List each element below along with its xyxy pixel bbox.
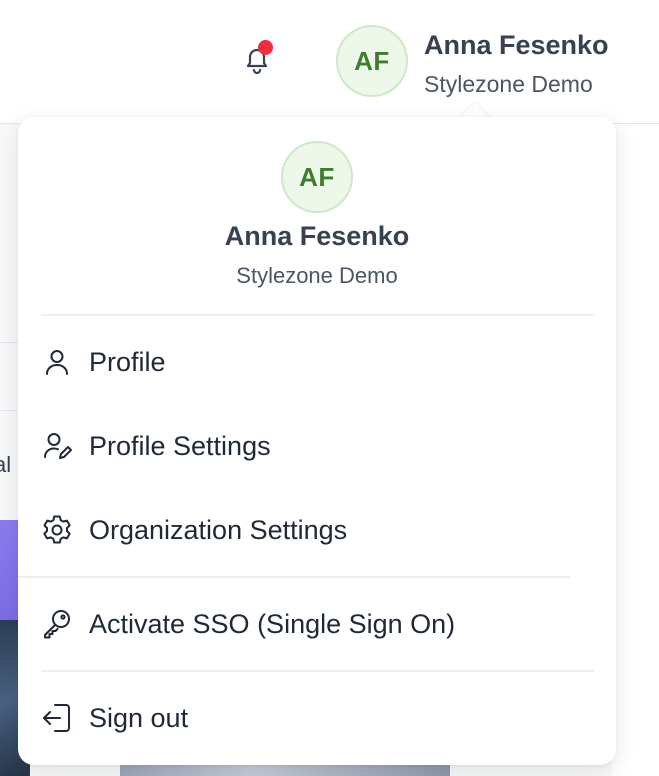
app-screen: al AF Anna Fesenko Stylezone Demo AF Ann…: [0, 0, 659, 776]
menu-item-profile-settings[interactable]: Profile Settings: [18, 411, 616, 481]
key-icon: [40, 607, 74, 641]
top-bar: [0, 0, 659, 124]
header-user-name[interactable]: Anna Fesenko: [424, 30, 609, 61]
gear-icon: [40, 513, 74, 547]
menu-item-label: Profile Settings: [89, 430, 271, 461]
menu-item-label: Sign out: [89, 702, 189, 733]
user-avatar-button[interactable]: AF: [336, 25, 408, 97]
sign-out-icon: [40, 701, 74, 735]
header-organization[interactable]: Stylezone Demo: [424, 71, 593, 98]
menu-item-label: Activate SSO (Single Sign On): [89, 608, 456, 639]
divider: [41, 314, 594, 316]
menu-item-profile[interactable]: Profile: [18, 327, 616, 397]
notification-badge: [258, 40, 273, 55]
user-icon: [40, 345, 74, 379]
menu-item-label: Profile: [89, 346, 166, 377]
divider: [41, 670, 594, 672]
menu-item-sign-out[interactable]: Sign out: [18, 683, 616, 753]
background-partial-label: al: [0, 452, 12, 477]
background-card: [612, 124, 659, 776]
user-menu-dropdown: AF Anna Fesenko Stylezone Demo Profile P…: [18, 117, 616, 765]
dropdown-organization: Stylezone Demo: [236, 263, 398, 288]
menu-item-organization-settings[interactable]: Organization Settings: [18, 495, 616, 565]
dropdown-user-name: Anna Fesenko: [224, 221, 410, 251]
divider: [18, 576, 570, 578]
user-edit-icon: [40, 429, 74, 463]
menu-item-activate-sso[interactable]: Activate SSO (Single Sign On): [18, 589, 616, 659]
avatar: AF: [281, 141, 353, 213]
menu-item-label: Organization Settings: [89, 514, 348, 545]
